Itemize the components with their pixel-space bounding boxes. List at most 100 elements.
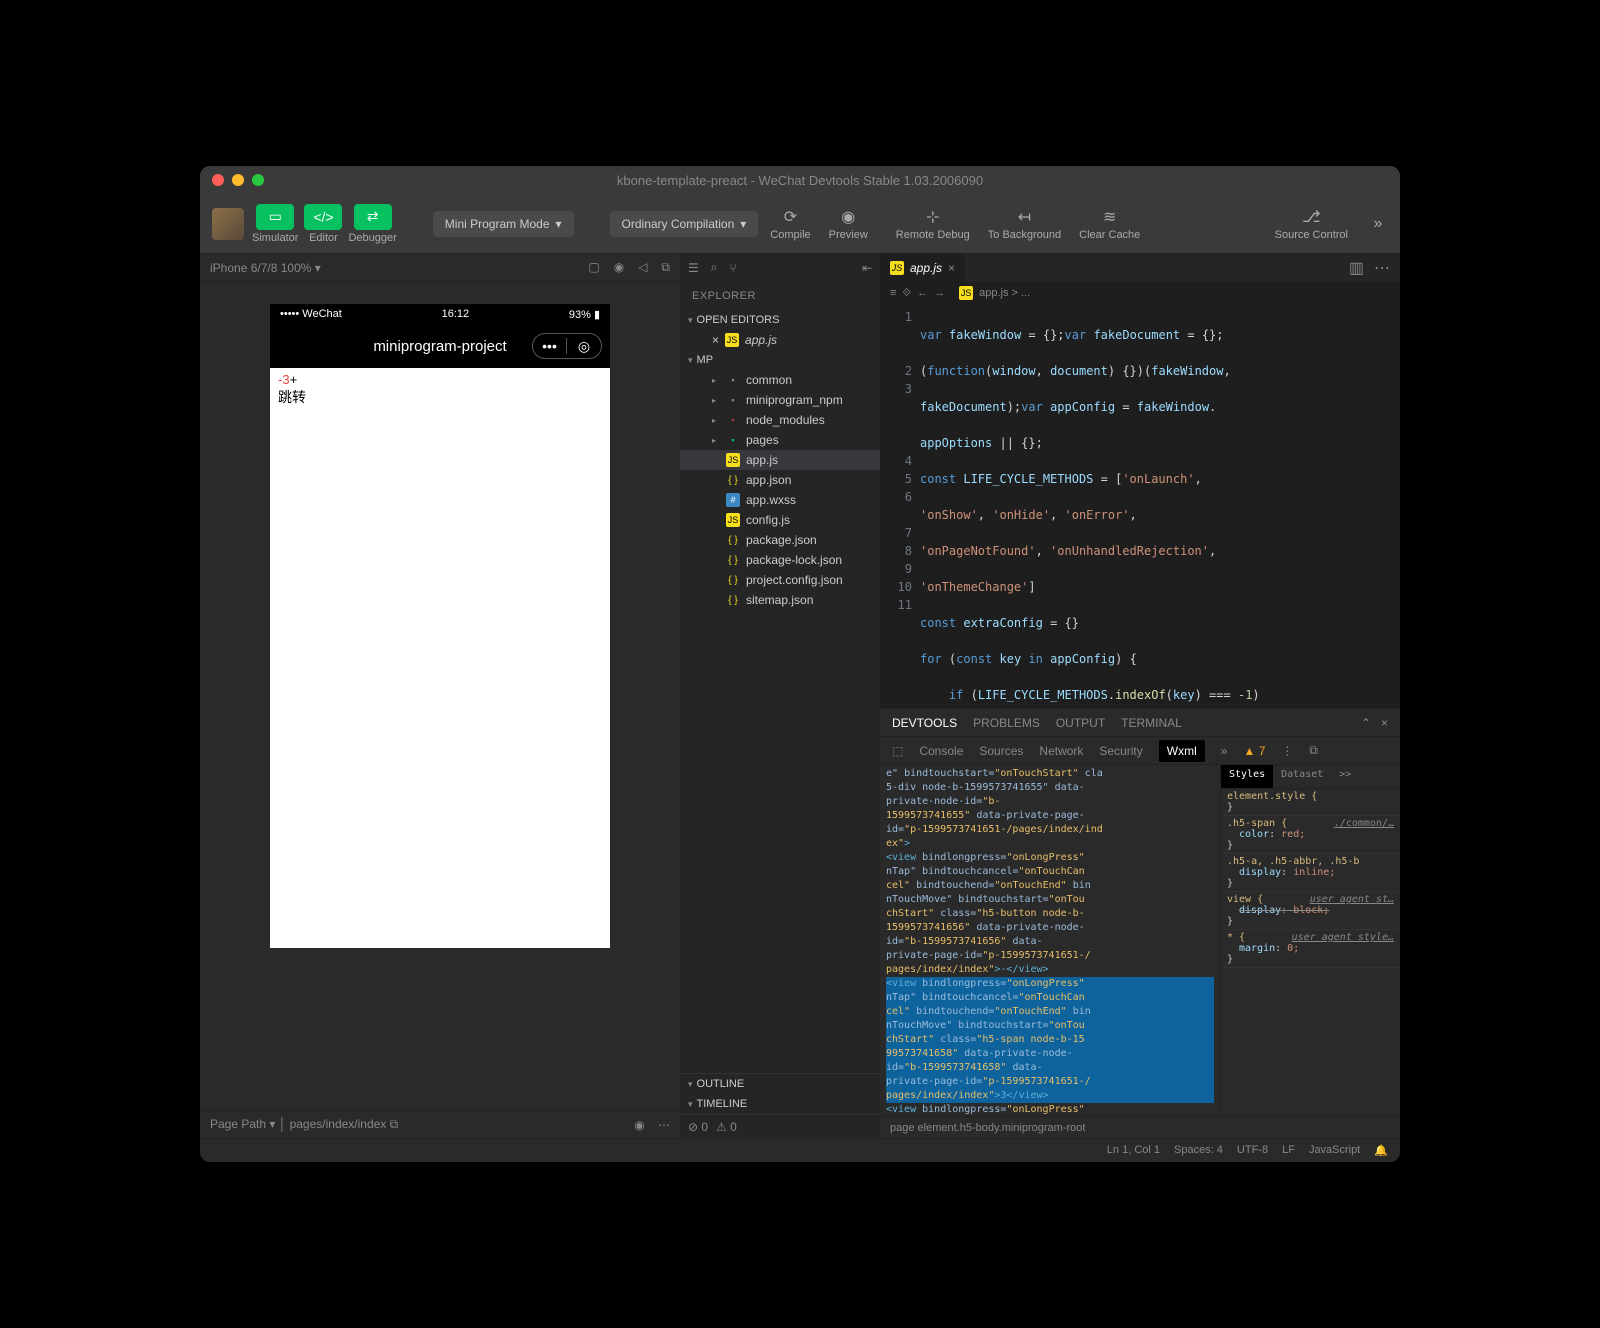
close-target-icon[interactable]: ◎ (567, 338, 601, 355)
eol-label[interactable]: LF (1282, 1144, 1295, 1157)
editor-button[interactable]: </> Editor (304, 204, 342, 244)
tree-item-node_modules[interactable]: ▸▪node_modules (680, 410, 880, 430)
page-path-label[interactable]: Page Path ▾ │ pages/index/index ⧉ (210, 1117, 398, 1132)
editor-tab[interactable]: JS app.js × (880, 254, 965, 282)
indent-label[interactable]: Spaces: 4 (1174, 1144, 1223, 1157)
cursor-position[interactable]: Ln 1, Col 1 (1107, 1144, 1160, 1157)
phone-statusbar: ••••• WeChat 16:12 93% ▮ (270, 304, 610, 324)
tab-network[interactable]: Network (1039, 744, 1083, 758)
phone-content[interactable]: -3+ 跳转 (270, 368, 610, 948)
code-text[interactable]: var fakeWindow = {};var fakeDocument = {… (920, 304, 1400, 708)
search-icon[interactable]: ⌕ (711, 260, 718, 275)
split-icon[interactable]: ▥ (1349, 258, 1364, 278)
source-control-button[interactable]: ⎇ Source Control (1275, 207, 1348, 241)
error-count[interactable]: ⊘ 0 (688, 1120, 708, 1134)
tab-devtools[interactable]: DEVTOOLS (892, 716, 957, 730)
js-icon: JS (726, 453, 740, 467)
style-rule[interactable]: .h5-a, .h5-abbr, .h5-bdisplay: inline;} (1221, 854, 1400, 892)
tab-problems[interactable]: PROBLEMS (973, 716, 1040, 730)
background-button[interactable]: ↤ To Background (988, 207, 1061, 241)
tree-item-miniprogram_npm[interactable]: ▸▪miniprogram_npm (680, 390, 880, 410)
style-rule[interactable]: * {user agent style…margin: 0;} (1221, 930, 1400, 968)
outline-section[interactable]: OUTLINE (680, 1073, 880, 1094)
project-section[interactable]: MP (680, 350, 880, 370)
js-icon: JS (959, 286, 973, 300)
tree-item-app-json[interactable]: app.json (680, 470, 880, 490)
tree-item-project-config-json[interactable]: project.config.json (680, 570, 880, 590)
inspect-icon[interactable]: ⬚ (892, 744, 903, 758)
language-label[interactable]: JavaScript (1309, 1144, 1360, 1157)
mute-icon[interactable]: ◁ (638, 260, 647, 275)
tab-dataset[interactable]: Dataset (1273, 765, 1331, 788)
warning-badge[interactable]: ▲ 7 (1243, 744, 1265, 758)
tab-styles[interactable]: Styles (1221, 765, 1273, 788)
avatar[interactable] (212, 208, 244, 240)
remote-debug-button[interactable]: ⊹ Remote Debug (896, 207, 970, 241)
more-icon[interactable]: » (1368, 214, 1388, 234)
dock-icon[interactable]: ⧉ (1309, 743, 1318, 758)
timeline-section[interactable]: TIMELINE (680, 1094, 880, 1114)
copy-icon[interactable]: ⧉ (661, 260, 670, 275)
clear-cache-button[interactable]: ≋ Clear Cache (1079, 207, 1140, 241)
tree-item-app-wxss[interactable]: #app.wxss (680, 490, 880, 510)
mode-dropdown[interactable]: Mini Program Mode▾ (433, 211, 574, 237)
tree-item-common[interactable]: ▸▪common (680, 370, 880, 390)
device-selector[interactable]: iPhone 6/7/8 100% ▾ (210, 261, 321, 275)
tab-output[interactable]: OUTPUT (1056, 716, 1105, 730)
tab-wxml[interactable]: Wxml (1159, 740, 1205, 762)
more-icon[interactable]: » (1221, 744, 1228, 758)
tab-sources[interactable]: Sources (979, 744, 1023, 758)
compile-button[interactable]: ⟳ Compile (770, 207, 810, 241)
menu-icon[interactable]: ••• (533, 338, 567, 354)
close-icon[interactable]: × (948, 261, 955, 275)
style-rule[interactable]: view {user agent st…display: block;} (1221, 892, 1400, 930)
eye-icon[interactable]: ◉ (634, 1118, 644, 1132)
record-icon[interactable]: ◉ (614, 260, 624, 275)
tree-item-app-js[interactable]: JSapp.js (680, 450, 880, 470)
tree-item-sitemap-json[interactable]: sitemap.json (680, 590, 880, 610)
close-icon[interactable]: × (1381, 716, 1388, 730)
phone-navbar: miniprogram-project ••• ◎ (270, 324, 610, 368)
close-icon[interactable] (212, 174, 224, 186)
styles-panel[interactable]: Styles Dataset >> element.style {}.h5-sp… (1220, 765, 1400, 1116)
close-icon[interactable]: × (712, 333, 719, 347)
collapse-icon[interactable]: ⇤ (862, 261, 872, 275)
tree-item-config-js[interactable]: JSconfig.js (680, 510, 880, 530)
js-icon: JS (725, 333, 739, 347)
bell-icon[interactable]: 🔔 (1374, 1144, 1388, 1157)
rotate-icon[interactable]: ▢ (588, 260, 599, 275)
wxml-panel[interactable]: e" bindtouchstart="onTouchStart" cla 5-d… (880, 765, 1220, 1116)
open-editor-item[interactable]: × JS app.js (680, 330, 880, 350)
nav-link[interactable]: 跳转 (278, 387, 602, 407)
tree-item-package-json[interactable]: package.json (680, 530, 880, 550)
open-editors-section[interactable]: OPEN EDITORS (680, 310, 880, 330)
style-rule[interactable]: element.style {} (1221, 789, 1400, 816)
compilation-dropdown[interactable]: Ordinary Compilation▾ (610, 211, 759, 237)
folder-icon: ▪ (726, 433, 740, 447)
more-icon[interactable]: ⋯ (1374, 258, 1390, 278)
debugger-button[interactable]: ⇄ Debugger (348, 204, 396, 244)
tab-console[interactable]: Console (919, 744, 963, 758)
warning-count[interactable]: ⚠ 0 (716, 1120, 737, 1134)
breadcrumb[interactable]: ≡ ⟐ ← → JS app.js > ... (880, 282, 1400, 304)
tab-security[interactable]: Security (1099, 744, 1142, 758)
tree-item-package-lock-json[interactable]: package-lock.json (680, 550, 880, 570)
more-icon[interactable]: ⋯ (658, 1118, 670, 1132)
tab-terminal[interactable]: TERMINAL (1121, 716, 1182, 730)
toolbar: ▭ Simulator </> Editor ⇄ Debugger Mini P… (200, 194, 1400, 254)
preview-button[interactable]: ◉ Preview (829, 207, 868, 241)
tree-item-pages[interactable]: ▸▪pages (680, 430, 880, 450)
simulator-button[interactable]: ▭ Simulator (252, 204, 298, 244)
more-icon[interactable]: >> (1331, 765, 1359, 788)
minimize-icon[interactable] (232, 174, 244, 186)
counter-text[interactable]: -3+ (278, 372, 602, 387)
settings-icon[interactable]: ⋮ (1281, 744, 1293, 758)
sim-footer-icons: ◉ ⋯ (634, 1118, 670, 1132)
maximize-icon[interactable] (252, 174, 264, 186)
branch-icon[interactable]: ⑂ (730, 261, 737, 275)
style-rule[interactable]: .h5-span {./common/…color: red;} (1221, 816, 1400, 854)
list-icon[interactable]: ☰ (688, 261, 699, 275)
chevron-up-icon[interactable]: ⌃ (1361, 716, 1371, 730)
encoding-label[interactable]: UTF-8 (1237, 1144, 1268, 1157)
code-editor[interactable]: 1234567891011 var fakeWindow = {};var fa… (880, 304, 1400, 708)
